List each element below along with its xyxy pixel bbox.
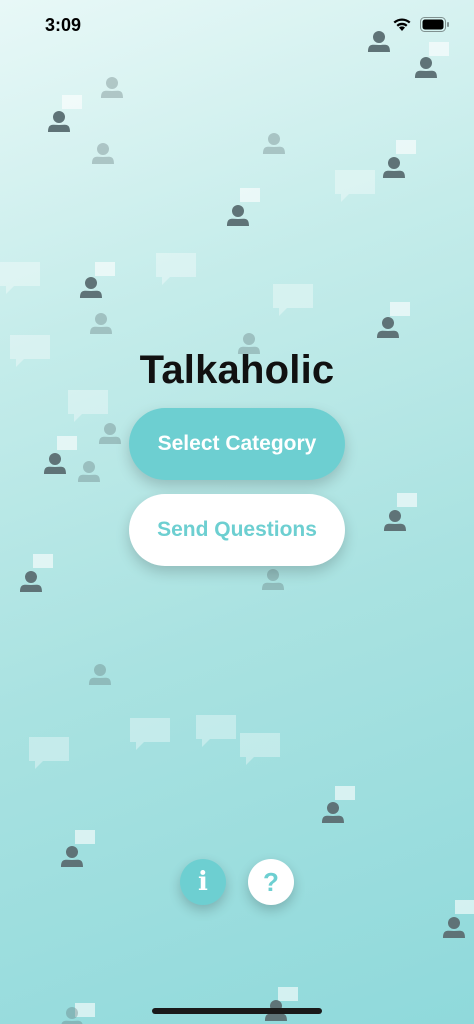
- help-button[interactable]: ?: [248, 859, 294, 905]
- question-icon: ?: [263, 866, 279, 897]
- home-indicator[interactable]: [152, 1008, 322, 1014]
- status-bar: 3:09: [0, 0, 474, 50]
- send-questions-button[interactable]: Send Questions: [129, 494, 345, 566]
- wifi-icon: [393, 18, 411, 31]
- select-category-button[interactable]: Select Category: [129, 408, 345, 480]
- info-icon: i: [198, 867, 208, 897]
- info-button[interactable]: i: [180, 859, 226, 905]
- app-title: Talkaholic: [139, 348, 335, 392]
- battery-icon: [420, 17, 449, 32]
- status-time: 3:09: [45, 15, 82, 35]
